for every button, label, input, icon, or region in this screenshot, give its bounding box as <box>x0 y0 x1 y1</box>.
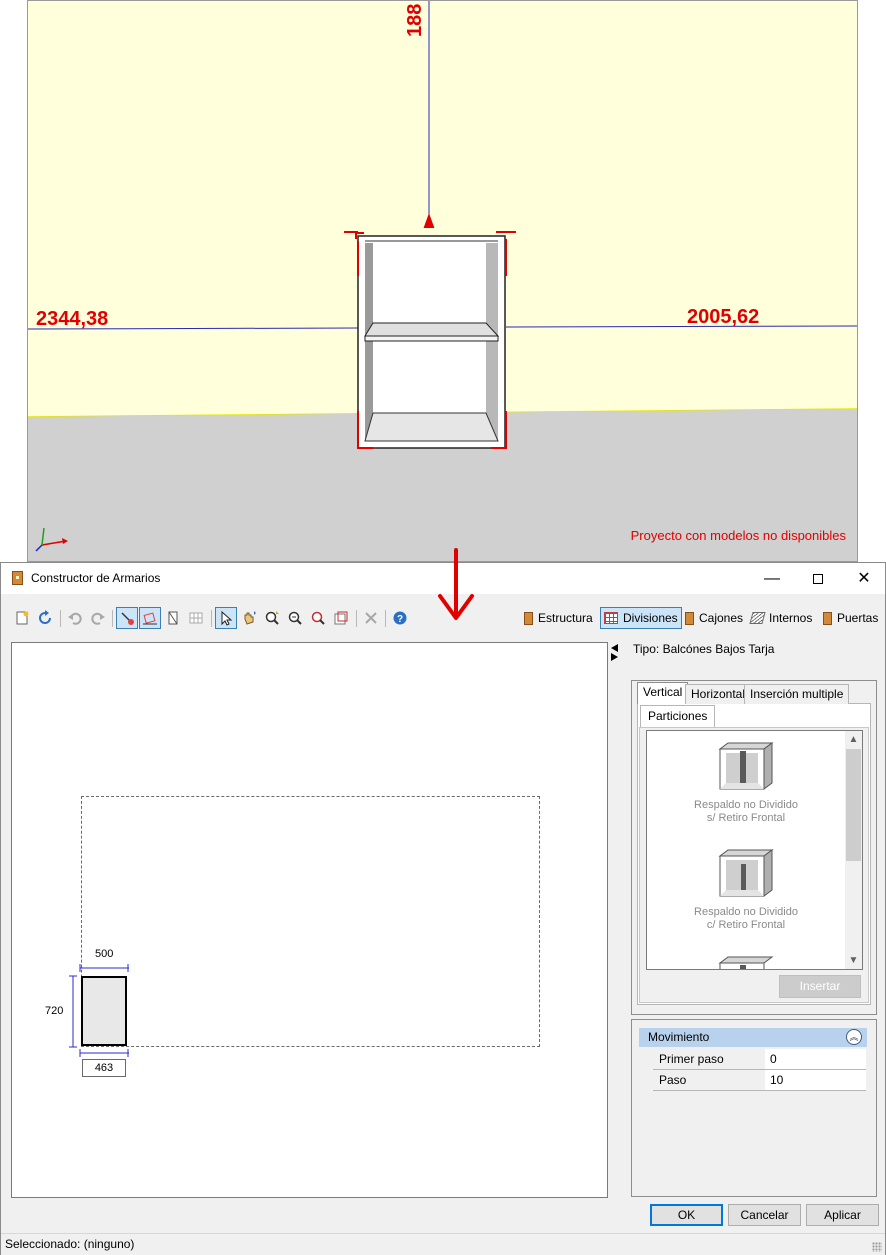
gallery-scrollbar[interactable]: ▲ ▼ <box>845 731 862 969</box>
zoom-fit-icon[interactable] <box>307 607 329 629</box>
tab-horizontal[interactable]: Horizontal <box>685 684 752 704</box>
close-button[interactable]: ✕ <box>841 563 886 594</box>
drawer-icon <box>685 611 694 625</box>
delete-icon[interactable] <box>360 607 382 629</box>
window-icon[interactable] <box>330 607 352 629</box>
select-tool-icon[interactable] <box>116 607 138 629</box>
gallery-item-line2: c/ Retiro Frontal <box>706 919 786 931</box>
cancel-button[interactable]: Cancelar <box>728 1204 801 1226</box>
gallery-item-line2: s/ Retiro Frontal <box>706 812 786 824</box>
scroll-down-icon[interactable]: ▼ <box>845 952 862 969</box>
new-icon[interactable] <box>11 607 33 629</box>
tab-internos[interactable]: Internos <box>748 607 815 629</box>
door-icon <box>823 611 832 625</box>
toolbar-separator <box>211 610 212 627</box>
gallery-item[interactable] <box>647 953 845 969</box>
apply-button[interactable]: Aplicar <box>806 1204 879 1226</box>
cabinet-plan-shape[interactable] <box>81 976 127 1046</box>
property-row-paso: Paso 10 <box>653 1070 866 1091</box>
resize-grip-icon[interactable] <box>872 1242 882 1252</box>
zoom-out-icon[interactable] <box>284 607 306 629</box>
scroll-thumb[interactable] <box>846 749 861 861</box>
tab-insercion-multiple[interactable]: Inserción multiple <box>744 684 850 704</box>
split-icon[interactable] <box>162 607 184 629</box>
toolbar-separator <box>356 610 357 627</box>
tab-divisiones[interactable]: Divisiones <box>600 607 682 629</box>
property-row-primer-paso: Primer paso 0 <box>653 1049 866 1070</box>
scene-canvas <box>28 1 857 561</box>
shelves-icon <box>749 612 766 624</box>
partition-thumbnail-icon <box>718 849 774 897</box>
gallery-item-line1: Respaldo no Dividido <box>694 906 798 918</box>
tab-particiones[interactable]: Particiones <box>640 705 716 727</box>
dimension-left-label: 2344,38 <box>36 308 109 330</box>
dimension-right-label: 2005,62 <box>687 306 760 328</box>
window-title: Constructor de Armarios <box>31 571 161 585</box>
help-icon[interactable]: ? <box>389 607 411 629</box>
tab-vertical[interactable]: Vertical <box>637 682 689 704</box>
resize-tool-icon[interactable] <box>139 607 161 629</box>
refresh-icon[interactable] <box>34 607 56 629</box>
3d-viewport[interactable]: 2344,38 2005,62 188 Proyecto con modelos… <box>27 0 858 562</box>
cabinet-icon <box>12 571 23 585</box>
cabinet-builder-window: Constructor de Armarios — ✕ ? Estructura… <box>0 562 886 1255</box>
property-label: Paso <box>659 1073 687 1087</box>
height-dimension: 720 <box>45 1005 64 1017</box>
minimize-button[interactable]: — <box>749 563 795 594</box>
type-label: Tipo: Balcónes Bajos Tarja <box>633 642 775 656</box>
maximize-button[interactable] <box>795 563 841 594</box>
paso-field[interactable]: 10 <box>765 1070 866 1090</box>
plan-dimensions <box>69 964 129 1057</box>
panel-toggle-icon[interactable] <box>610 643 620 661</box>
maximize-icon <box>813 573 823 584</box>
status-bar: Seleccionado: (ninguno) <box>1 1233 885 1255</box>
cabinet-icon <box>524 611 533 625</box>
width-dimension: 500 <box>95 948 114 960</box>
plan-view[interactable]: 500 720 463 <box>11 642 608 1198</box>
primer-paso-field[interactable]: 0 <box>765 1049 866 1069</box>
movement-header: Movimiento <box>639 1028 867 1047</box>
arrow-down-icon <box>438 548 474 620</box>
toolbar-separator <box>385 610 386 627</box>
svg-text:?: ? <box>397 614 403 625</box>
dimension-top-label: 188 <box>404 3 426 37</box>
grid-icon[interactable] <box>185 607 207 629</box>
gallery-item[interactable]: Respaldo no Dividido s/ Retiro Frontal <box>647 739 845 825</box>
pointer-icon[interactable] <box>215 607 237 629</box>
toolbar-separator <box>112 610 113 627</box>
tab-estructura[interactable]: Estructura <box>521 607 596 629</box>
grid-icon <box>604 612 618 624</box>
ok-button[interactable]: OK <box>650 1204 723 1226</box>
undo-icon[interactable] <box>64 607 86 629</box>
insert-button[interactable]: Insertar <box>779 975 861 998</box>
cabinet-3d <box>357 235 506 449</box>
models-unavailable-warning: Proyecto con modelos no disponibles <box>630 528 846 543</box>
pan-hand-icon[interactable] <box>238 607 260 629</box>
selection-status: Seleccionado: (ninguno) <box>5 1237 135 1251</box>
zoom-in-icon[interactable] <box>261 607 283 629</box>
gallery-item[interactable]: Respaldo no Dividido c/ Retiro Frontal <box>647 846 845 932</box>
partition-gallery[interactable]: Respaldo no Dividido s/ Retiro Frontal R… <box>646 730 863 970</box>
scroll-up-icon[interactable]: ▲ <box>845 731 862 748</box>
partition-thumbnail-icon <box>718 956 774 969</box>
tab-puertas[interactable]: Puertas <box>820 607 881 629</box>
depth-dimension[interactable]: 463 <box>82 1059 126 1077</box>
toolbar-separator <box>60 610 61 627</box>
collapse-icon[interactable]: ︽ <box>846 1029 862 1045</box>
gallery-item-line1: Respaldo no Dividido <box>694 799 798 811</box>
partition-thumbnail-icon <box>718 742 774 790</box>
redo-icon[interactable] <box>87 607 109 629</box>
property-label: Primer paso <box>659 1052 724 1066</box>
tab-cajones[interactable]: Cajones <box>682 607 746 629</box>
